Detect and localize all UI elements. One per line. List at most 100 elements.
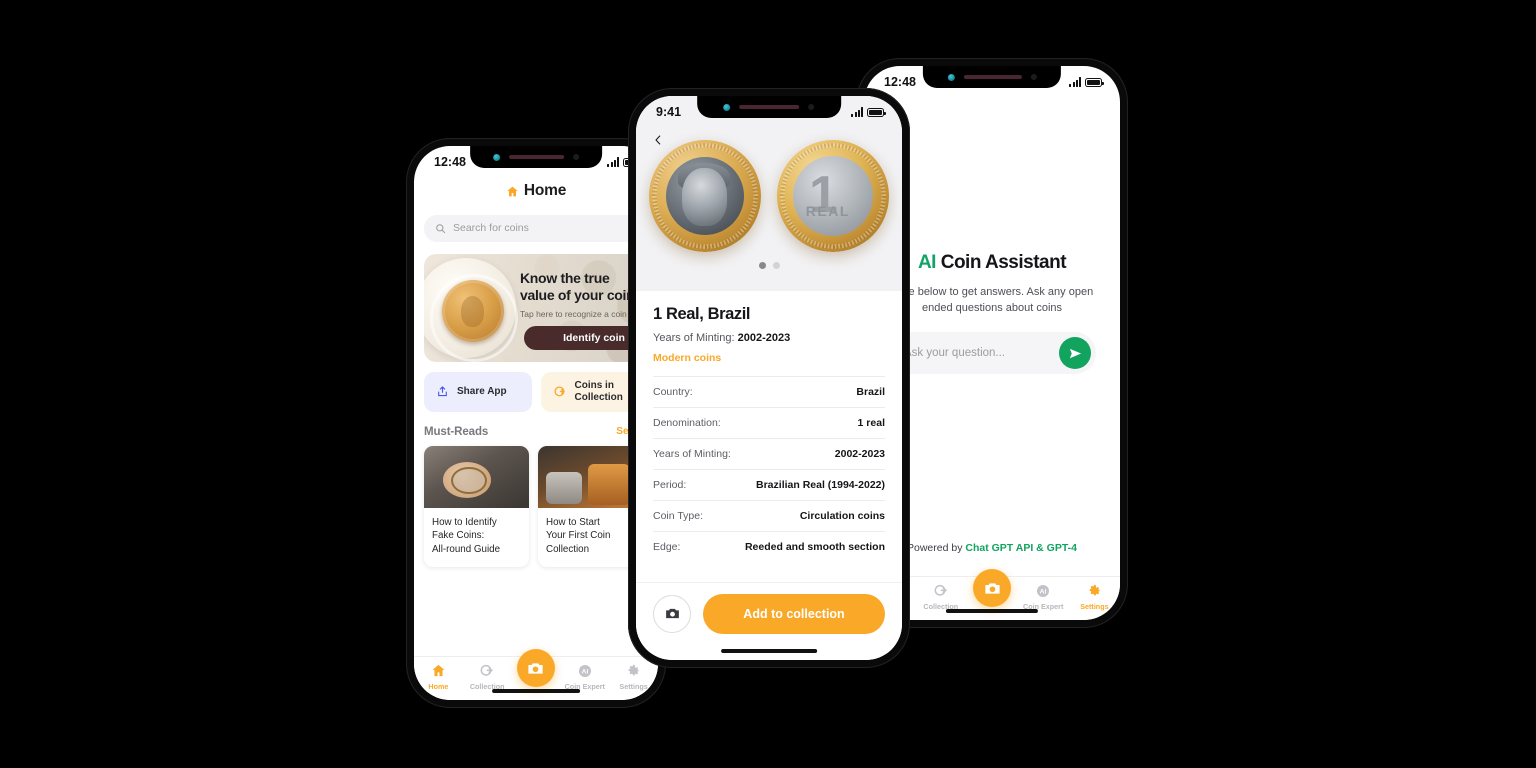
tab-home-label: Home <box>428 682 449 691</box>
tab-settings[interactable]: Settings <box>1069 582 1120 611</box>
notch <box>470 146 602 168</box>
article-title: How to Identify Fake Coins: All-round Gu… <box>424 508 529 568</box>
front-camera-icon <box>947 73 955 81</box>
collection-icon <box>479 662 495 679</box>
gear-icon <box>1087 582 1102 599</box>
articles-list: How to Identify Fake Coins: All-round Gu… <box>424 445 648 568</box>
signal-icon <box>1069 77 1081 87</box>
page-title-text: Home <box>523 182 567 199</box>
spec-value: 2002-2023 <box>834 448 885 460</box>
tab-collection[interactable]: Collection <box>463 662 512 691</box>
speaker-grille <box>963 75 1022 79</box>
table-row: Period: Brazilian Real (1994-2022) <box>653 469 885 500</box>
banner-heading-line1: Know the true <box>520 269 610 286</box>
notch <box>922 66 1062 88</box>
ask-question-input[interactable]: Ask your question... <box>888 332 1096 374</box>
status-time: 12:48 <box>434 155 466 169</box>
spec-key: Denomination: <box>653 417 721 429</box>
ai-assistant-title-rest: Coin Assistant <box>935 252 1067 273</box>
quick-actions-row: Share App Coins in Collection <box>424 371 648 412</box>
spec-value: 1 real <box>857 417 885 429</box>
share-app-button[interactable]: Share App <box>424 371 532 412</box>
spec-key: Period: <box>653 479 687 491</box>
scan-camera-button[interactable] <box>653 594 691 633</box>
phone-left-home: 12:48 Home Search for coins Know the tru… <box>406 138 666 708</box>
coin-obverse-inner <box>666 157 744 235</box>
coin-details: 1 Real, Brazil Years of Minting: 2002-20… <box>636 291 902 562</box>
article-title-line2: Your First Coin <box>546 530 611 541</box>
banner-text: Know the true value of your coin Tap her… <box>520 270 642 319</box>
collection-icon <box>553 385 565 396</box>
coin-subtitle: Years of Minting: 2002-2023 <box>653 332 885 344</box>
camera-icon <box>528 662 544 674</box>
coin-reverse-inner: 1 REAL <box>793 156 873 236</box>
coin-images: 1 REAL <box>636 126 902 252</box>
carousel-dot-active[interactable] <box>758 262 766 269</box>
tab-coin-expert[interactable]: AI Coin Expert <box>1018 582 1069 611</box>
proximity-sensor-icon <box>573 154 580 160</box>
coin-reverse-image[interactable]: 1 REAL <box>777 140 889 252</box>
ai-assistant-title-ai: AI <box>917 252 937 273</box>
article-title-line3: Collection <box>546 543 590 555</box>
table-row: Coin Type: Circulation coins <box>653 500 885 531</box>
spec-value: Reeded and smooth section <box>744 541 885 553</box>
tab-coin-expert[interactable]: AI Coin Expert <box>560 662 609 691</box>
add-to-collection-button[interactable]: Add to collection <box>703 593 885 634</box>
home-content: Search for coins Know the true value of … <box>414 214 658 568</box>
spec-value: Brazilian Real (1994-2022) <box>756 479 885 491</box>
article-card[interactable]: How to Identify Fake Coins: All-round Gu… <box>424 445 529 568</box>
home-indicator <box>945 608 1039 613</box>
banner-heading-line2: value of your coin <box>520 286 635 303</box>
coin-title: 1 Real, Brazil <box>653 305 751 323</box>
carousel-dots[interactable] <box>636 262 902 269</box>
chevron-left-icon[interactable] <box>652 134 664 146</box>
battery-icon <box>1085 77 1104 87</box>
camera-icon <box>665 608 679 619</box>
table-row: Edge: Reeded and smooth section <box>653 531 885 562</box>
coin-category-tag[interactable]: Modern coins <box>653 352 885 364</box>
ai-icon: AI <box>577 662 593 679</box>
identify-banner[interactable]: Know the true value of your coin Tap her… <box>424 253 648 362</box>
notch <box>697 96 841 118</box>
ai-assistant-title: AI Coin Assistant <box>882 252 1102 274</box>
coin-subtitle-label: Years of Minting: <box>653 332 735 344</box>
article-thumbnail <box>424 445 529 508</box>
proximity-sensor-icon <box>1030 74 1037 80</box>
home-icon <box>431 662 446 679</box>
collection-label-line2: Collection <box>574 391 623 403</box>
front-camera-icon <box>492 153 500 161</box>
status-indicators <box>851 107 886 117</box>
carousel-dot[interactable] <box>772 262 780 269</box>
home-indicator <box>492 688 580 693</box>
phone-screen: 9:41 1 REAL 1 Real, Brazil Years of Mint… <box>636 96 902 660</box>
tab-settings-label: Settings <box>619 682 648 691</box>
coin-reverse-text: REAL <box>805 203 850 220</box>
spec-value: Brazil <box>856 386 885 398</box>
page-title: Home <box>506 182 566 200</box>
share-icon <box>438 386 447 397</box>
collection-label-line1: Coins in <box>574 379 614 391</box>
powered-by-brand: Chat GPT API & GPT-4 <box>965 542 1077 554</box>
home-icon <box>507 186 518 196</box>
ai-description-line2: ended questions about coins <box>921 302 1063 314</box>
spec-key: Edge: <box>653 541 681 553</box>
tab-home[interactable]: Home <box>414 662 463 691</box>
coin-obverse-image[interactable] <box>649 140 761 252</box>
camera-capture-button[interactable] <box>973 569 1011 607</box>
article-title-line1: How to Start <box>546 516 600 528</box>
phone-screen: 12:48 Home Search for coins Know the tru… <box>414 146 658 700</box>
ai-assistant-description: Type below to get answers. Ask any open … <box>882 284 1102 316</box>
front-camera-icon <box>723 103 731 111</box>
tab-collection[interactable]: Collection <box>915 582 966 611</box>
speaker-grille <box>508 155 565 159</box>
send-button[interactable] <box>1059 337 1091 369</box>
search-icon <box>436 223 446 233</box>
banner-subtitle: Tap here to recognize a coin <box>520 308 627 319</box>
camera-capture-button[interactable] <box>516 649 555 687</box>
search-input[interactable]: Search for coins <box>424 214 648 242</box>
tab-settings[interactable]: Settings <box>609 662 658 691</box>
article-title-line3: All-round Guide <box>432 543 501 555</box>
spec-key: Years of Minting: <box>653 448 731 460</box>
home-indicator <box>721 648 817 653</box>
camera-icon <box>984 582 1000 594</box>
